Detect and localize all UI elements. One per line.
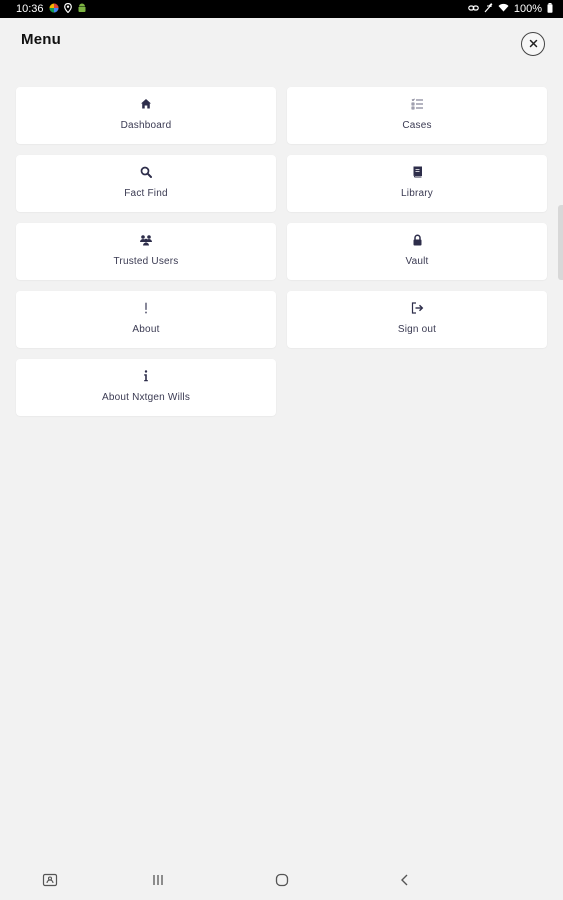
page-title: Menu [21, 31, 61, 48]
close-icon [529, 35, 538, 53]
book-icon [410, 165, 424, 179]
link-icon [468, 3, 479, 15]
status-left: 10:36 [16, 2, 87, 16]
close-button[interactable] [521, 32, 545, 56]
battery-icon [547, 2, 553, 16]
menu-item-trusted-users[interactable]: Trusted Users [16, 223, 276, 280]
back-button[interactable] [396, 874, 414, 890]
location-icon [63, 2, 72, 16]
menu-item-cases[interactable]: Cases [287, 87, 547, 144]
home-circle-icon [275, 873, 289, 892]
users-icon [139, 233, 153, 247]
menu-item-label: Sign out [397, 324, 437, 335]
menu-item-fact-find[interactable]: Fact Find [16, 155, 276, 212]
search-icon [139, 165, 153, 179]
home-button[interactable] [273, 873, 291, 892]
status-bar: 10:36 100% [0, 0, 563, 18]
status-time: 10:36 [16, 3, 44, 15]
home-icon [139, 97, 153, 111]
menu-item-label: Trusted Users [113, 256, 179, 267]
assistant-icon [42, 873, 58, 892]
info-icon [139, 369, 153, 383]
exclamation-icon [139, 301, 153, 315]
mute-icon [484, 2, 493, 16]
menu-item-dashboard[interactable]: Dashboard [16, 87, 276, 144]
menu-item-about[interactable]: About [16, 291, 276, 348]
lock-icon [410, 233, 424, 247]
sign-out-icon [410, 301, 424, 315]
status-right: 100% [468, 2, 553, 16]
menu-header: Menu [0, 18, 563, 68]
wifi-icon [498, 3, 509, 15]
list-icon [410, 97, 424, 111]
menu-item-sign-out[interactable]: Sign out [287, 291, 547, 348]
menu-item-label: Vault [405, 256, 429, 267]
menu-item-label: About Nxtgen Wills [101, 392, 191, 403]
menu-item-label: About [132, 324, 160, 335]
back-icon [400, 873, 410, 891]
menu-item-label: Fact Find [124, 188, 168, 199]
menu-item-about-nxtgen-wills[interactable]: About Nxtgen Wills [16, 359, 276, 416]
menu-item-label: Dashboard [120, 120, 172, 131]
recents-icon [151, 873, 165, 891]
assistant-button[interactable] [41, 873, 59, 892]
menu-item-label: Cases [402, 120, 432, 131]
navigation-bar [0, 864, 563, 900]
edge-panel-handle[interactable] [558, 205, 563, 280]
menu-item-label: Library [401, 188, 433, 199]
recents-button[interactable] [149, 874, 167, 890]
android-icon [77, 3, 87, 16]
battery-label: 100% [513, 3, 542, 15]
menu-item-library[interactable]: Library [287, 155, 547, 212]
menu-grid: Dashboard Cases Fact Find Library Truste… [16, 87, 548, 416]
menu-item-vault[interactable]: Vault [287, 223, 547, 280]
colorful-app-icon [49, 3, 59, 16]
